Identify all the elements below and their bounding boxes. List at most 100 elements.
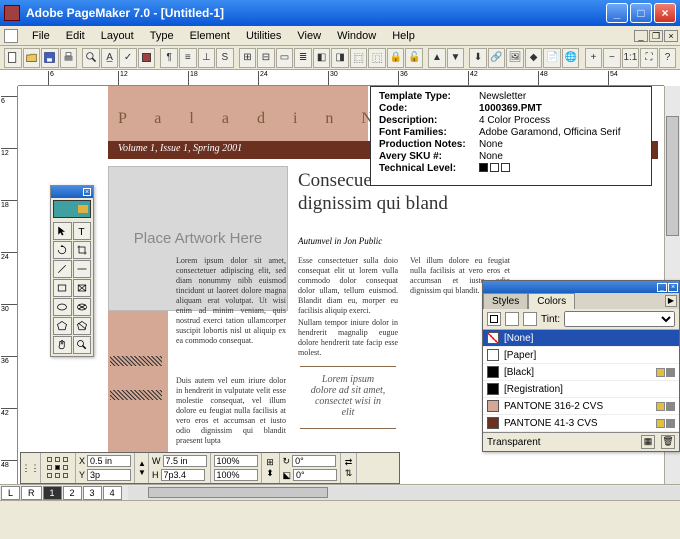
- reflect-h-icon[interactable]: ⇄: [344, 457, 353, 468]
- w-input[interactable]: [163, 455, 207, 467]
- bring-front-button[interactable]: ▲: [428, 48, 446, 68]
- constrained-line-tool[interactable]: [73, 260, 92, 278]
- h-scrollbar-thumb[interactable]: [148, 487, 328, 498]
- polygon-frame-tool[interactable]: [73, 317, 92, 335]
- toolbox-palette[interactable]: × T: [50, 185, 94, 357]
- pdf-button[interactable]: 📄: [543, 48, 561, 68]
- color-none[interactable]: [None]: [483, 330, 679, 347]
- color-registration[interactable]: [Registration]: [483, 381, 679, 398]
- trash-button[interactable]: 🗑: [661, 435, 675, 449]
- zoom-in-button[interactable]: +: [585, 48, 603, 68]
- y-input[interactable]: [87, 469, 131, 481]
- hand-tool[interactable]: [53, 336, 72, 354]
- rotate-tool[interactable]: [53, 241, 72, 259]
- rectangle-tool[interactable]: [53, 279, 72, 297]
- lock-button[interactable]: 🔒: [387, 48, 405, 68]
- palette-minimize-icon[interactable]: _: [657, 283, 667, 292]
- nudge-up-icon[interactable]: ▲: [138, 459, 145, 468]
- menu-window[interactable]: Window: [329, 28, 384, 44]
- color-paper[interactable]: [Paper]: [483, 347, 679, 364]
- mdi-restore[interactable]: ❐: [649, 30, 663, 42]
- place-button[interactable]: ⬇: [469, 48, 487, 68]
- page-tab-1[interactable]: 1: [43, 486, 62, 500]
- rectangle-frame-tool[interactable]: [73, 279, 92, 297]
- page-tab-L[interactable]: L: [1, 486, 20, 500]
- flip-icon[interactable]: ⬍: [265, 468, 276, 479]
- x-input[interactable]: [87, 455, 131, 467]
- mdi-minimize[interactable]: _: [634, 30, 648, 42]
- fill-swatch[interactable]: [505, 312, 519, 326]
- toolbox-header[interactable]: ×: [51, 186, 93, 198]
- control-palette[interactable]: ⋮⋮ X Y ▲▼ W H ⊞ ⬍ ↻ ⬕ ⇄: [20, 452, 400, 484]
- zoom-tool[interactable]: [73, 336, 92, 354]
- color-black[interactable]: [Black]: [483, 364, 679, 381]
- fill-stroke-button[interactable]: [138, 48, 156, 68]
- line-tool[interactable]: [53, 260, 72, 278]
- menu-layout[interactable]: Layout: [93, 28, 142, 44]
- frame-button[interactable]: ▭: [276, 48, 294, 68]
- insert-pages-button[interactable]: ⊞: [239, 48, 257, 68]
- scale-y-input[interactable]: [214, 469, 258, 481]
- print-button[interactable]: [60, 48, 78, 68]
- menu-element[interactable]: Element: [182, 28, 238, 44]
- both-swatch[interactable]: [523, 312, 537, 326]
- maximize-button[interactable]: □: [630, 3, 652, 23]
- new-color-button[interactable]: ▦: [641, 435, 655, 449]
- html-button[interactable]: 🌐: [562, 48, 580, 68]
- page-tab-R[interactable]: R: [21, 486, 42, 500]
- update-links-button[interactable]: 🔗: [488, 48, 506, 68]
- rotate-input[interactable]: [292, 455, 336, 467]
- scale-x-input[interactable]: [214, 455, 258, 467]
- styles-tab[interactable]: Styles: [483, 293, 528, 309]
- pointer-tool[interactable]: [53, 222, 72, 240]
- styles-button[interactable]: S: [216, 48, 234, 68]
- skew-input[interactable]: [293, 469, 337, 481]
- spell-button[interactable]: ✓: [119, 48, 137, 68]
- palette-menu-icon[interactable]: ▶: [665, 295, 677, 307]
- unmask-button[interactable]: ◨: [331, 48, 349, 68]
- color-pantone41-3cvs[interactable]: PANTONE 41-3 CVS: [483, 415, 679, 432]
- photoshop-button[interactable]: ◆: [525, 48, 543, 68]
- color-pantone316-2cvs[interactable]: PANTONE 316-2 CVS: [483, 398, 679, 415]
- colors-palette[interactable]: _ × Styles Colors ▶ Tint: [None][Paper][…: [482, 280, 680, 452]
- char-spec-button[interactable]: A̲: [101, 48, 119, 68]
- ellipse-tool[interactable]: [53, 298, 72, 316]
- minimize-button[interactable]: _: [606, 3, 628, 23]
- template-info-box[interactable]: Template Type:NewsletterCode:1000369.PMT…: [370, 86, 652, 186]
- find-button[interactable]: [82, 48, 100, 68]
- remove-pages-button[interactable]: ⊟: [257, 48, 275, 68]
- nudge-down-icon[interactable]: ▼: [138, 468, 145, 477]
- toolbox-close-icon[interactable]: ×: [83, 188, 91, 196]
- save-button[interactable]: [41, 48, 59, 68]
- reflect-v-icon[interactable]: ⇅: [344, 468, 353, 479]
- colors-header[interactable]: _ ×: [483, 281, 679, 293]
- indent-button[interactable]: ≡: [179, 48, 197, 68]
- proportional-icon[interactable]: ⊞: [265, 457, 276, 468]
- text-wrap-button[interactable]: ≣: [294, 48, 312, 68]
- close-button[interactable]: ×: [654, 3, 676, 23]
- scrollbar-thumb[interactable]: [666, 116, 679, 236]
- new-button[interactable]: [4, 48, 22, 68]
- ungroup-button[interactable]: ⿵: [368, 48, 386, 68]
- palette-close-icon[interactable]: ×: [668, 283, 678, 292]
- crop-tool[interactable]: [73, 241, 92, 259]
- picture-palette-button[interactable]: 🖼: [506, 48, 524, 68]
- group-button[interactable]: ⿴: [350, 48, 368, 68]
- vertical-ruler[interactable]: 612182430364248: [0, 86, 18, 500]
- ellipse-frame-tool[interactable]: [73, 298, 92, 316]
- tint-select[interactable]: [564, 311, 675, 327]
- mdi-close[interactable]: ×: [664, 30, 678, 42]
- menu-file[interactable]: File: [24, 28, 58, 44]
- menu-type[interactable]: Type: [142, 28, 182, 44]
- document-icon[interactable]: [4, 29, 18, 43]
- help-button[interactable]: ?: [659, 48, 677, 68]
- actual-size-button[interactable]: 1:1: [622, 48, 640, 68]
- page-tab-4[interactable]: 4: [103, 486, 122, 500]
- menu-view[interactable]: View: [289, 28, 329, 44]
- unlock-button[interactable]: 🔓: [405, 48, 423, 68]
- palette-grip-icon[interactable]: ⋮⋮: [22, 463, 40, 474]
- mask-button[interactable]: ◧: [313, 48, 331, 68]
- menu-edit[interactable]: Edit: [58, 28, 93, 44]
- para-button[interactable]: ¶: [160, 48, 178, 68]
- stroke-swatch[interactable]: [487, 312, 501, 326]
